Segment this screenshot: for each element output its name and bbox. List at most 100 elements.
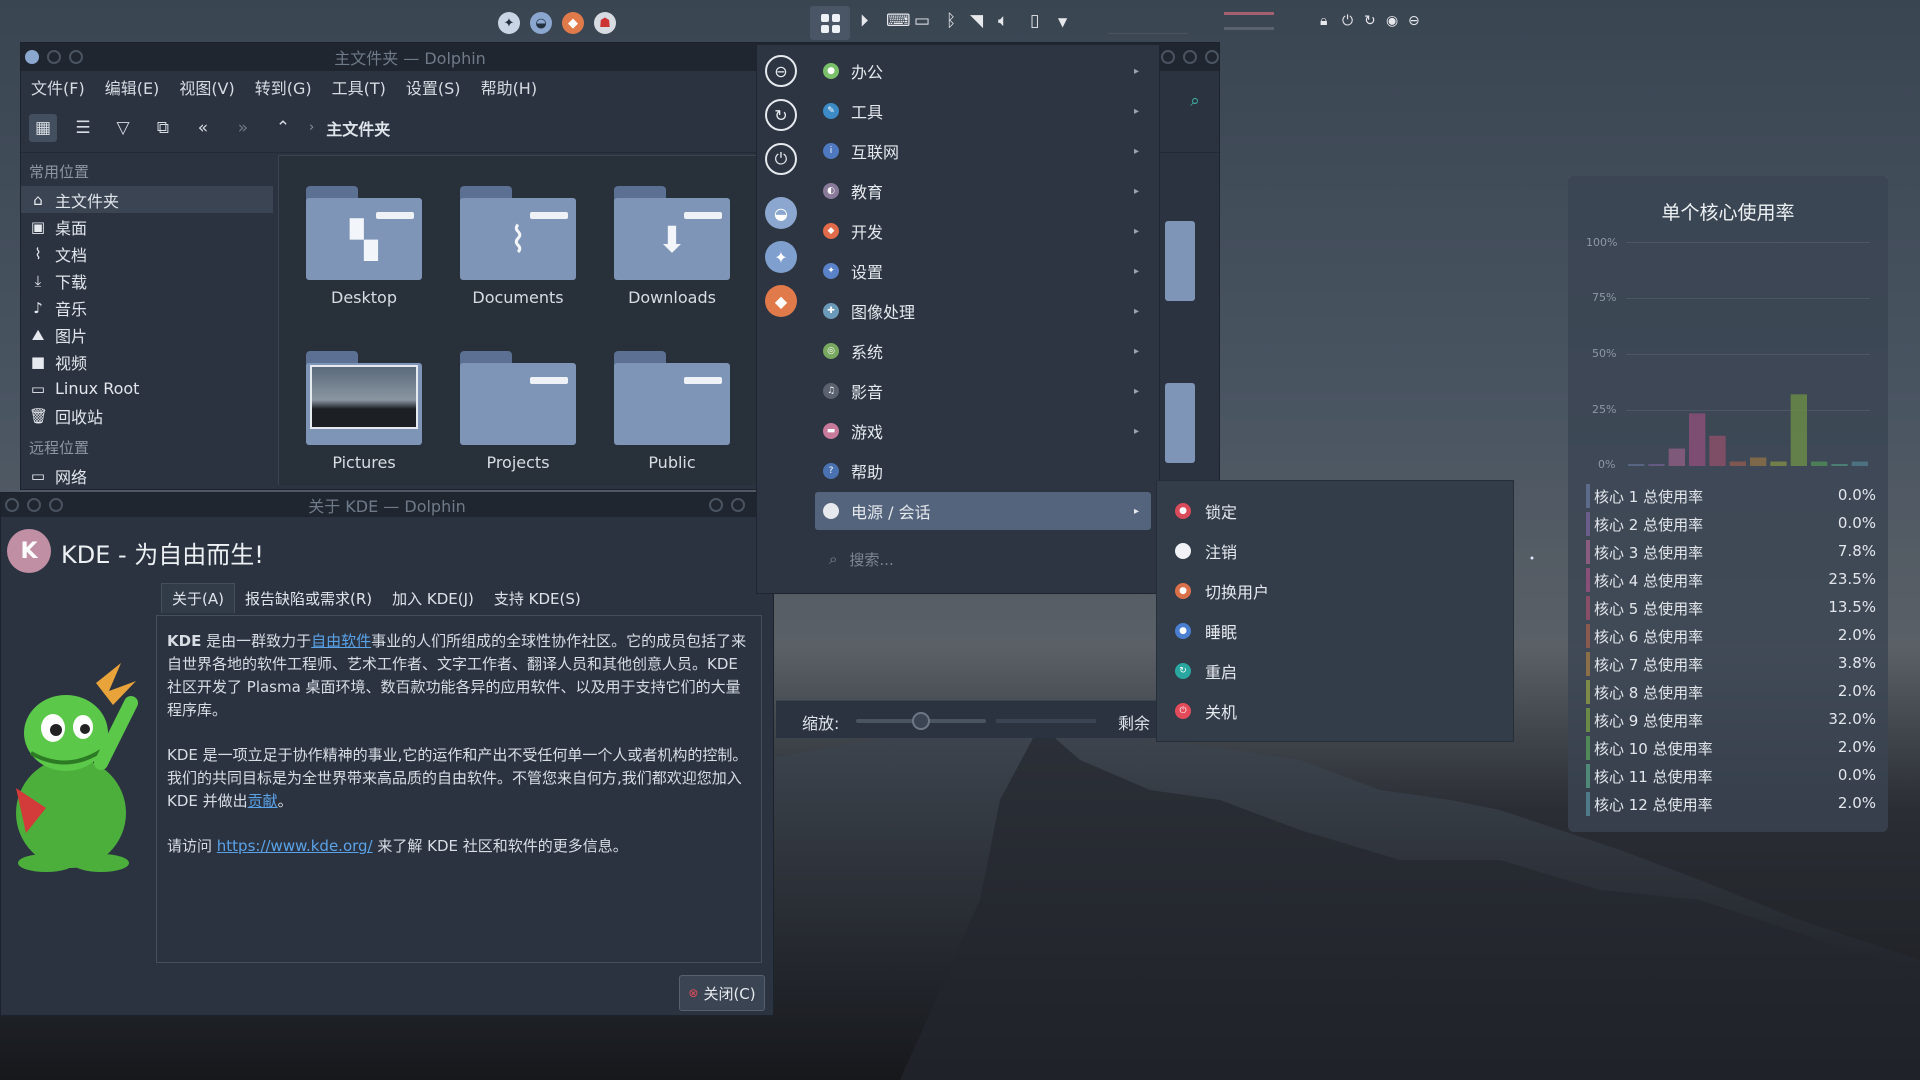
menu-help[interactable]: 帮助(H): [481, 75, 538, 99]
maximize-icon[interactable]: [1183, 50, 1197, 64]
zoom-slider[interactable]: [856, 712, 986, 730]
kde-website-link[interactable]: https://www.kde.org/: [217, 837, 373, 855]
category-development[interactable]: ◆ 开发 ▸: [815, 212, 1151, 250]
keep-above-icon[interactable]: [27, 498, 41, 512]
category-system[interactable]: ◎ 系统 ▸: [815, 332, 1151, 370]
folder-pictures[interactable]: Pictures: [289, 351, 439, 472]
place-videos[interactable]: ■ 视频: [21, 348, 273, 375]
breadcrumb[interactable]: 主文件夹: [326, 116, 390, 140]
power-icon[interactable]: ⏻: [1342, 13, 1353, 29]
keyboard-icon[interactable]: ⌨: [886, 11, 911, 31]
cpu-core-row: 核心 2 总使用率 0.0%: [1586, 510, 1876, 538]
lock-item[interactable]: ● 锁定: [1175, 492, 1237, 530]
back-icon[interactable]: «: [189, 114, 217, 142]
contribute-link[interactable]: 贡献: [248, 792, 278, 810]
category-help[interactable]: ? 帮助: [815, 452, 1151, 490]
core-color-swatch: [1586, 596, 1590, 620]
shutdown-item[interactable]: ⏻ 关机: [1175, 692, 1237, 730]
folder-public[interactable]: Public: [597, 351, 747, 472]
category-settings[interactable]: ✦ 设置 ▸: [815, 252, 1151, 290]
battery-icon[interactable]: ▭: [914, 11, 930, 31]
split-view-icon[interactable]: ⧉: [149, 114, 177, 142]
restart-icon[interactable]: ↻: [1364, 13, 1376, 29]
shade-icon[interactable]: [49, 498, 63, 512]
close-icon[interactable]: [1205, 50, 1219, 64]
menu-go[interactable]: 转到(G): [255, 75, 312, 99]
place-home[interactable]: ⌂ 主文件夹: [21, 186, 273, 213]
free-software-link[interactable]: 自由软件: [311, 632, 371, 650]
category-games[interactable]: ▬ 游戏 ▸: [815, 412, 1151, 450]
up-icon[interactable]: ⌃: [269, 114, 297, 142]
menu-settings[interactable]: 设置(S): [406, 75, 461, 99]
close-button[interactable]: ⊗ 关闭(C): [679, 975, 765, 1011]
category-utilities[interactable]: ✎ 工具 ▸: [815, 92, 1151, 130]
minimize-icon[interactable]: [1161, 50, 1175, 64]
place-music[interactable]: ♪ 音乐: [21, 294, 273, 321]
media-play-icon[interactable]: ⏵: [860, 11, 869, 31]
bluetooth-icon[interactable]: ᛒ: [946, 11, 956, 31]
menu-file[interactable]: 文件(F): [31, 75, 85, 99]
chevron-down-icon[interactable]: ▼: [1058, 15, 1067, 29]
details-view-icon[interactable]: ☰: [69, 114, 97, 142]
category-internet[interactable]: i 互联网 ▸: [815, 132, 1151, 170]
lock-icon[interactable]: 🔒︎: [1320, 13, 1327, 29]
switch-user-item[interactable]: ● 切换用户: [1175, 572, 1269, 610]
forward-icon[interactable]: »: [229, 114, 257, 142]
filter-icon[interactable]: ▽: [109, 114, 137, 142]
category-education[interactable]: ◐ 教育 ▸: [815, 172, 1151, 210]
sleep-item[interactable]: ● 睡眠: [1175, 612, 1237, 650]
logout-icon[interactable]: ⊖: [765, 55, 797, 87]
tab-report-bug[interactable]: 报告缺陷或需求(R): [235, 583, 382, 613]
tab-join-kde[interactable]: 加入 KDE(J): [382, 583, 484, 613]
place-downloads[interactable]: ⤓ 下载: [21, 267, 273, 294]
restart-icon[interactable]: ↻: [765, 99, 797, 131]
category-power-session[interactable]: 电源 / 会话 ▸: [815, 492, 1151, 530]
dolphin-fav-icon[interactable]: ◒: [765, 197, 797, 229]
close-icon[interactable]: [731, 498, 745, 512]
minimize-icon[interactable]: [709, 498, 723, 512]
window-title: 主文件夹 — Dolphin: [334, 49, 486, 68]
tab-about[interactable]: 关于(A): [161, 583, 235, 613]
dolphin-app-icon[interactable]: ◒: [530, 12, 552, 34]
window-menu-icon[interactable]: [5, 498, 19, 512]
folder-downloads[interactable]: ⬇ Downloads: [597, 186, 747, 307]
volume-icon[interactable]: 🔈︎: [998, 11, 1008, 31]
logout-icon[interactable]: ⊖: [1408, 13, 1420, 29]
search-icon[interactable]: ⌕: [1181, 87, 1209, 115]
icons-view-icon[interactable]: ▦: [29, 113, 57, 142]
place-trash[interactable]: 🗑︎ 回收站: [21, 402, 273, 429]
about-titlebar[interactable]: 关于 KDE — Dolphin: [1, 493, 773, 517]
keep-above-icon[interactable]: [47, 50, 61, 64]
zoom-slider-handle[interactable]: [912, 712, 930, 730]
wifi-icon[interactable]: ◥: [970, 11, 983, 31]
logout-item[interactable]: 注销: [1175, 532, 1237, 570]
category-graphics[interactable]: ✚ 图像处理 ▸: [815, 292, 1151, 330]
category-multimedia[interactable]: ♫ 影音 ▸: [815, 372, 1151, 410]
launcher-search[interactable]: ⌕ 搜索...: [815, 541, 1151, 577]
folder-desktop[interactable]: ▚ Desktop: [289, 186, 439, 307]
place-documents[interactable]: ⌇ 文档: [21, 240, 273, 267]
app-launcher-button[interactable]: [810, 6, 850, 40]
menu-edit[interactable]: 编辑(E): [105, 75, 160, 99]
tab-support-kde[interactable]: 支持 KDE(S): [484, 583, 591, 613]
folder-documents[interactable]: ⌇ Documents: [443, 186, 593, 307]
konsole-app-icon[interactable]: ☗: [594, 12, 616, 34]
phone-icon[interactable]: ▯: [1030, 11, 1039, 31]
settings-fav-icon[interactable]: ✦: [765, 241, 797, 273]
firefox-fav-icon[interactable]: ◆: [765, 285, 797, 317]
place-desktop[interactable]: ▣ 桌面: [21, 213, 273, 240]
restart-item[interactable]: ↻ 重启: [1175, 652, 1237, 690]
place-linux-root[interactable]: ▭ Linux Root: [21, 375, 273, 402]
place-pictures[interactable]: ⛰ 图片: [21, 321, 273, 348]
window-menu-icon[interactable]: [25, 50, 39, 64]
shade-icon[interactable]: [69, 50, 83, 64]
firefox-app-icon[interactable]: ◆: [562, 12, 584, 34]
power-icon[interactable]: ⏻: [765, 143, 797, 175]
place-network[interactable]: ▭ 网络: [21, 462, 273, 489]
settings-app-icon[interactable]: ✦: [498, 12, 520, 34]
category-office[interactable]: ● 办公 ▸: [815, 52, 1151, 90]
menu-view[interactable]: 视图(V): [179, 75, 234, 99]
sleep-icon[interactable]: ◉: [1386, 13, 1398, 29]
folder-projects[interactable]: Projects: [443, 351, 593, 472]
menu-tools[interactable]: 工具(T): [332, 75, 386, 99]
